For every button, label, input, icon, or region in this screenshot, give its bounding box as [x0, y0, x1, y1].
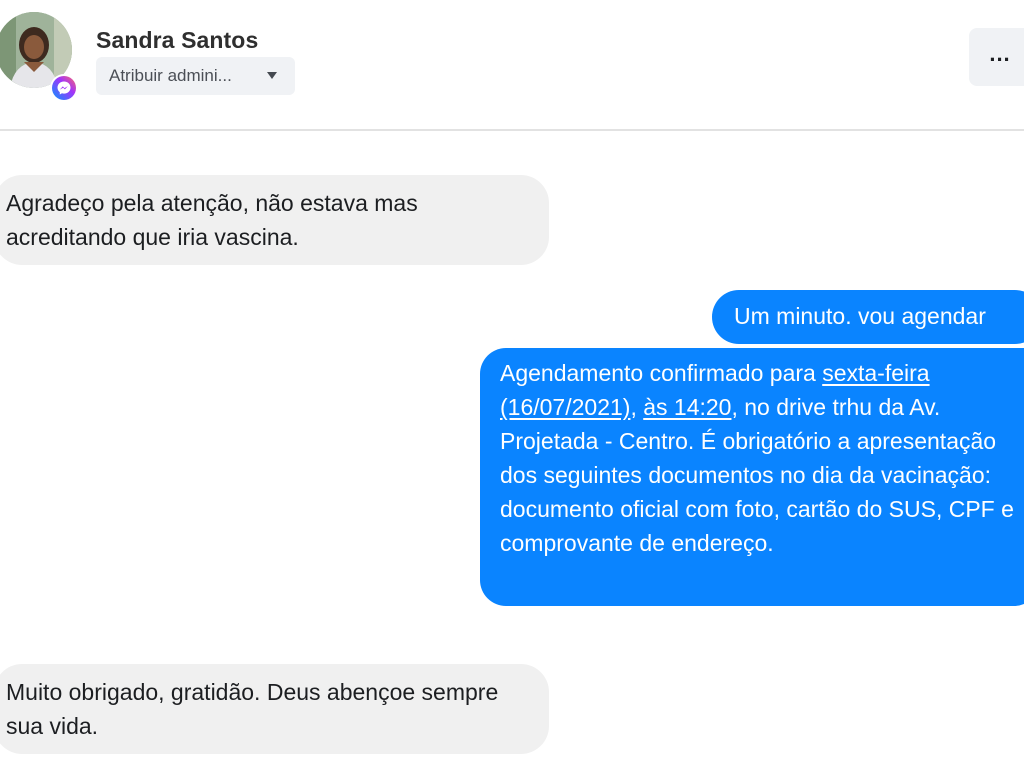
message-text: Agradeço pela atenção, não estava mas ac…	[6, 190, 418, 250]
assign-admin-dropdown[interactable]: Atribuir admini...	[96, 57, 295, 95]
message-bubble-incoming[interactable]: Agradeço pela atenção, não estava mas ac…	[0, 175, 549, 265]
message-text: Um minuto. vou agendar	[734, 303, 986, 329]
assign-admin-label: Atribuir admini...	[109, 66, 232, 85]
message-text-part: Agendamento confirmado para	[500, 360, 823, 386]
contact-name[interactable]: Sandra Santos	[96, 27, 258, 54]
messenger-badge	[50, 74, 78, 102]
messenger-conversation: Sandra Santos Atribuir admini... ... Agr…	[0, 0, 1024, 768]
date-link-day[interactable]: sexta-feira	[822, 360, 929, 386]
contact-avatar-wrapper[interactable]	[0, 12, 78, 104]
conversation-header: Sandra Santos Atribuir admini... ...	[0, 0, 1024, 131]
message-text-part: ,	[630, 394, 644, 420]
message-bubble-incoming[interactable]: Muito obrigado, gratidão. Deus abençoe s…	[0, 664, 549, 754]
more-icon: ...	[989, 41, 1011, 66]
more-options-button[interactable]: ...	[969, 28, 1024, 86]
time-link[interactable]: às 14:20	[643, 394, 731, 420]
message-bubble-outgoing[interactable]: Agendamento confirmado para sexta-feira …	[480, 348, 1024, 606]
message-bubble-outgoing[interactable]: Um minuto. vou agendar	[712, 290, 1024, 344]
message-text: Muito obrigado, gratidão. Deus abençoe s…	[6, 679, 499, 739]
date-link-date[interactable]: (16/07/2021)	[500, 394, 630, 420]
messenger-icon	[52, 76, 76, 100]
caret-down-icon	[267, 72, 277, 79]
